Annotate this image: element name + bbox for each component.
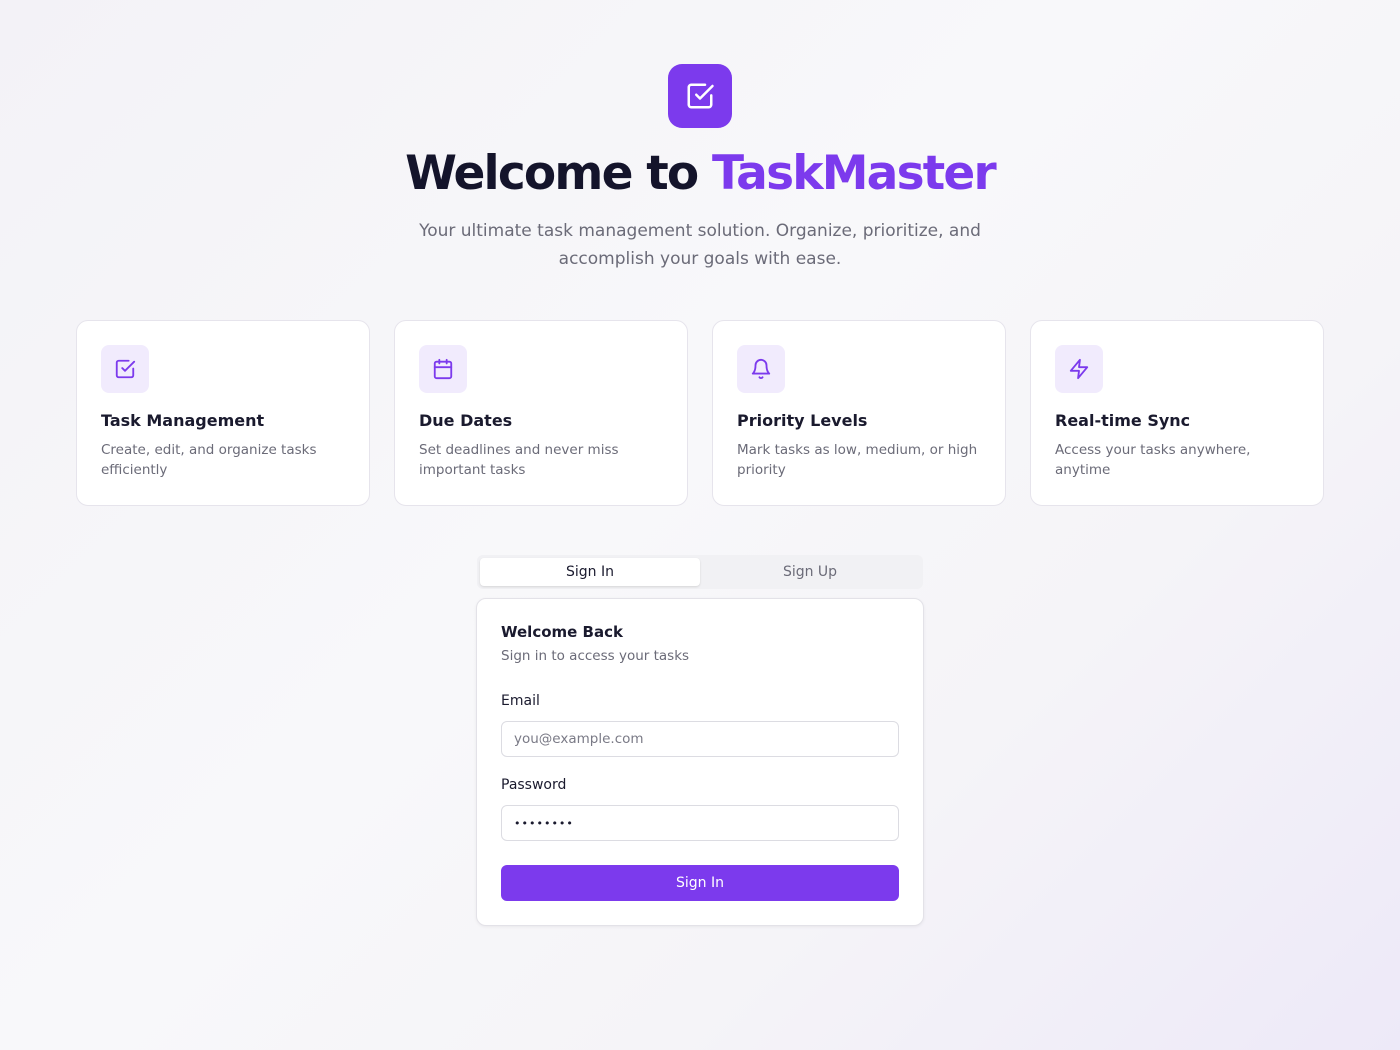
tab-sign-in[interactable]: Sign In — [480, 558, 700, 586]
password-field[interactable] — [501, 805, 899, 841]
auth-tabs: Sign In Sign Up — [477, 555, 923, 589]
feature-card-task-management: Task Management Create, edit, and organi… — [76, 320, 370, 506]
feature-title: Real-time Sync — [1055, 411, 1191, 430]
page-title: Welcome to TaskMaster — [0, 146, 1400, 201]
feature-title: Due Dates — [419, 411, 513, 430]
feature-description: Access your tasks anywhere, anytime — [1055, 442, 1251, 478]
form-subtitle: Sign in to access your tasks — [501, 648, 690, 664]
sign-in-form: Welcome Back Sign in to access your task… — [476, 598, 924, 926]
feature-title: Priority Levels — [737, 411, 868, 430]
feature-description: Create, edit, and organize tasks efficie… — [101, 442, 317, 478]
check-square-icon — [687, 83, 714, 109]
app-logo — [668, 64, 732, 128]
email-label: Email — [501, 693, 540, 709]
title-prefix: Welcome to — [405, 146, 712, 201]
feature-title: Task Management — [101, 411, 265, 430]
email-field[interactable] — [501, 721, 899, 757]
feature-description: Mark tasks as low, medium, or high prior… — [737, 442, 978, 478]
brand-name: TaskMaster — [711, 146, 997, 201]
password-label: Password — [501, 777, 567, 793]
check-square-icon — [115, 359, 136, 379]
feature-card-priority-levels: Priority Levels Mark tasks as low, mediu… — [712, 320, 1006, 506]
sign-in-button[interactable]: Sign In — [501, 865, 899, 901]
form-title: Welcome Back — [501, 623, 623, 641]
calendar-icon — [433, 358, 453, 380]
feature-icon-wrapper — [737, 345, 785, 393]
feature-card-real-time-sync: Real-time Sync Access your tasks anywher… — [1030, 320, 1324, 506]
bell-icon — [751, 359, 771, 380]
feature-icon-wrapper — [419, 345, 467, 393]
feature-card-due-dates: Due Dates Set deadlines and never miss i… — [394, 320, 688, 506]
page-subtitle: Your ultimate task management solution. … — [419, 221, 981, 269]
tab-sign-up[interactable]: Sign Up — [700, 558, 920, 586]
feature-description: Set deadlines and never miss important t… — [419, 442, 619, 478]
lightning-icon — [1069, 358, 1089, 380]
feature-icon-wrapper — [101, 345, 149, 393]
feature-icon-wrapper — [1055, 345, 1103, 393]
